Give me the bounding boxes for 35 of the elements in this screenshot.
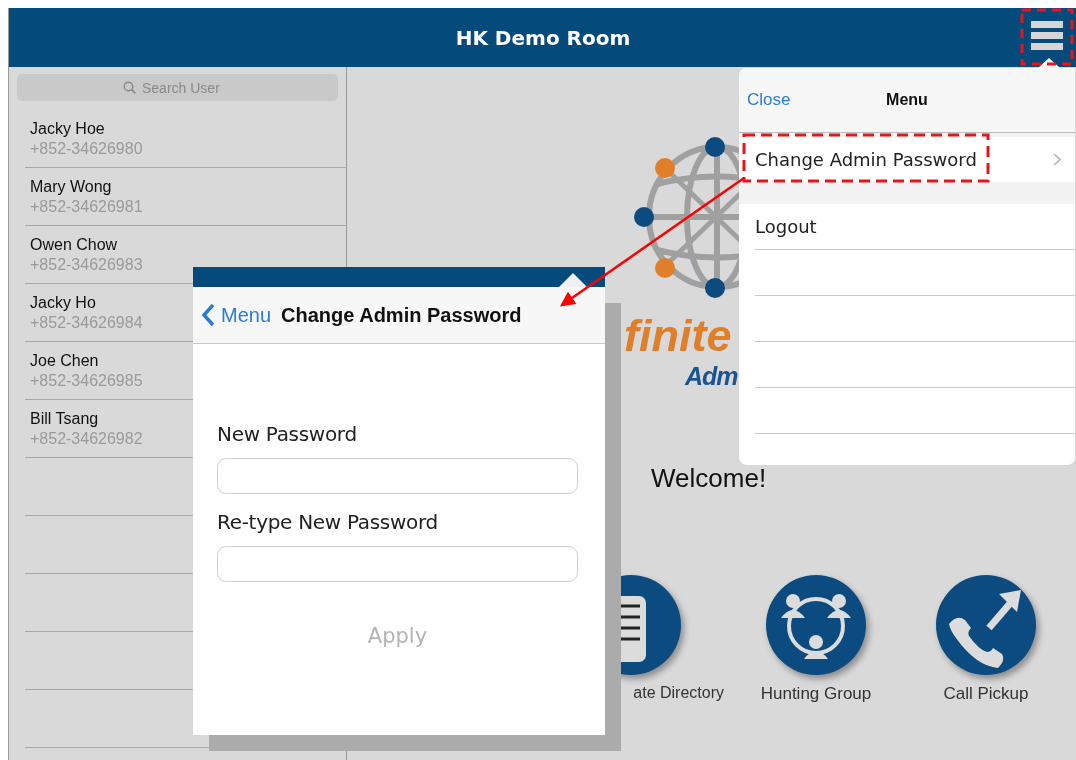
password-field[interactable]: [217, 458, 578, 494]
close-button[interactable]: Close: [747, 90, 791, 110]
field-label: Re-type New Password: [217, 510, 439, 534]
menu-title: Menu: [886, 91, 928, 109]
user-phone: +852-34626983: [30, 255, 143, 274]
logo-subtitle: Adm: [685, 361, 739, 391]
tile-label[interactable]: ate Directory: [633, 684, 724, 702]
chevron-icon: [1053, 153, 1061, 166]
field-label: New Password: [217, 422, 358, 446]
people-circle-icon[interactable]: [765, 574, 867, 676]
tile-label[interactable]: Hunting Group: [760, 684, 872, 704]
password-field[interactable]: [217, 546, 578, 582]
user-name: Jacky Ho: [30, 293, 96, 312]
user-name: Joe Chen: [30, 351, 99, 370]
logo-text: finite: [624, 309, 733, 363]
user-name: Bill Tsang: [30, 409, 99, 428]
user-phone: +852-34626985: [30, 371, 143, 390]
back-button[interactable]: Menu: [201, 303, 272, 327]
user-phone: +852-34626980: [30, 139, 143, 158]
menu-icon: [1029, 18, 1065, 52]
user-name: Jacky Hoe: [30, 119, 105, 138]
back-chevron-icon: [201, 303, 215, 327]
tile-label[interactable]: Call Pickup: [943, 684, 1029, 704]
search-icon: [123, 81, 136, 94]
user-name: Mary Wong: [30, 177, 112, 196]
menu-button[interactable]: [1029, 18, 1065, 52]
user-phone: +852-34626984: [30, 313, 143, 332]
user-name: Owen Chow: [30, 235, 118, 254]
user-phone: +852-34626982: [30, 429, 143, 448]
welcome-text: Welcome!: [651, 463, 768, 494]
highlight-frame: [1020, 8, 1074, 66]
search-field[interactable]: Search User: [142, 79, 232, 96]
popover-title: Change Admin Password: [281, 303, 522, 327]
user-phone: +852-34626981: [30, 197, 143, 216]
window-title: HK Demo Room: [455, 25, 631, 50]
